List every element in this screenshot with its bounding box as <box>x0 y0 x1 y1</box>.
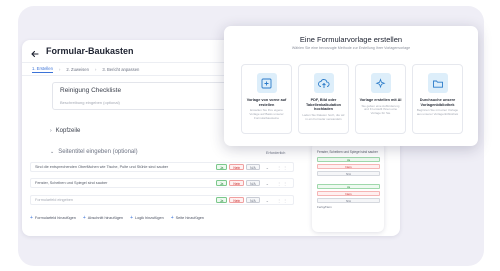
add-section-label: Abschnitt hinzufügen <box>87 216 124 220</box>
preview-bottom-label: Fertig/Nein <box>317 205 332 209</box>
option-card-upload[interactable]: PDF, Bild oder Tabellenkalkulation hochl… <box>298 64 349 134</box>
sparkle-icon <box>370 73 391 93</box>
form-title-field[interactable]: Reinigung Checkliste Beschreibung eingeb… <box>52 82 248 110</box>
header-section-label: Kopfzeile <box>55 128 81 134</box>
drag-handle-icon[interactable]: ⋮⋮ <box>277 198 289 203</box>
chevron-right-icon[interactable]: › <box>50 128 52 134</box>
option-description: Laden Sie Dateien hoch, die wir in ein F… <box>302 112 345 121</box>
plus-icon: + <box>170 215 174 221</box>
form-title-input[interactable]: Reinigung Checkliste <box>60 87 240 94</box>
modal-title: Eine Formularvorlage erstellen <box>299 35 403 44</box>
upload-icon <box>313 73 334 93</box>
question-row[interactable]: Fenster, Scheiben und Spiegel sind saube… <box>30 178 294 188</box>
modal-subtitle: Wählen Sie eine bevorzugte Methode zur E… <box>291 46 411 50</box>
preview-question: Fenster, Scheiben und Spiegel sind saube… <box>317 150 378 154</box>
option-title: Vorlage erstellen mit AI <box>359 98 402 102</box>
chevron-down-icon[interactable]: ⌄ <box>266 198 269 203</box>
template-options: Vorlage von vorne auf erstellen Erstelle… <box>241 64 463 134</box>
preview-answer-no[interactable]: Nein <box>317 164 380 169</box>
preview-answer-no[interactable]: Nein <box>317 191 380 196</box>
question-input[interactable]: Formularfeld eingeben <box>35 198 216 202</box>
chevron-down-icon[interactable]: ⌄ <box>266 181 269 186</box>
preview-answer-yes[interactable]: Ja <box>317 184 380 189</box>
required-column-header: Erforderlich <box>266 151 286 155</box>
drag-handle-icon[interactable]: ⋮⋮ <box>277 165 289 170</box>
folder-icon <box>427 73 448 93</box>
question-row[interactable]: Sind die entsprechenden Oberflächen wie … <box>30 162 294 172</box>
option-title: PDF, Bild oder Tabellenkalkulation hochl… <box>306 98 341 112</box>
answer-no-badge: Nein <box>229 164 245 170</box>
tab-assign[interactable]: 2. Zuweisen <box>66 67 89 72</box>
option-card-scratch[interactable]: Vorlage von vorne auf erstellen Erstelle… <box>241 64 292 134</box>
preview-answer-na[interactable]: N/A <box>317 171 380 176</box>
tab-report[interactable]: 3. Bericht anpassen <box>102 67 139 72</box>
preview-answer-na[interactable]: N/A <box>317 198 380 203</box>
add-field-label: Formularfeld hinzufügen <box>34 216 76 220</box>
add-page-button[interactable]: + Seite hinzufügen <box>171 215 204 221</box>
answer-no-badge: Nein <box>229 197 245 203</box>
add-section-button[interactable]: + Abschnitt hinzufügen <box>83 215 123 221</box>
add-logic-button[interactable]: + Logik hinzufügen <box>130 215 164 221</box>
answer-yes-badge: Ja <box>215 180 228 186</box>
answer-yes-badge: Ja <box>215 164 228 170</box>
tab-create[interactable]: 1. Erstellen <box>32 66 53 73</box>
plus-icon: + <box>130 215 133 221</box>
template-modal: Eine Formularvorlage erstellen Wählen Si… <box>224 26 478 146</box>
step-separator: › <box>94 66 97 72</box>
page-title-row[interactable]: ⌄ Seitentitel eingeben (optional) <box>50 147 138 157</box>
question-text[interactable]: Fenster, Scheiben und Spiegel sind saube… <box>35 181 216 185</box>
answer-na-badge: N/A <box>246 180 260 186</box>
step-separator: › <box>58 66 61 72</box>
preview-answer-yes[interactable]: Ja <box>317 157 380 162</box>
option-description: Beginnen Sie mit einer Vorlage aus unser… <box>416 108 459 116</box>
page-title-input[interactable]: Seitentitel eingeben (optional) <box>58 149 137 155</box>
header-section-row[interactable]: › Kopfzeile <box>50 126 80 136</box>
question-row[interactable]: Formularfeld eingeben Ja Nein N/A ⌄ ⋮⋮ <box>30 195 294 205</box>
answer-yes-badge: Ja <box>215 197 228 203</box>
preview-divider <box>317 178 380 182</box>
add-page-label: Seite hinzufügen <box>175 216 204 220</box>
plus-icon: + <box>82 215 86 221</box>
chevron-down-icon[interactable]: ⌄ <box>266 165 269 170</box>
add-field-button[interactable]: + Formularfeld hinzufügen <box>30 215 76 221</box>
answer-na-badge: N/A <box>246 164 260 170</box>
back-arrow-icon[interactable] <box>30 46 40 58</box>
option-description: Sie geben eine Aufforderung und KI erste… <box>361 103 400 116</box>
answer-no-badge: Nein <box>229 180 245 186</box>
option-title: Durchsuche unsere Vorlagenbibliothek <box>419 98 456 107</box>
chevron-down-icon[interactable]: ⌄ <box>50 149 54 155</box>
option-title: Vorlage von vorne auf erstellen <box>246 98 287 107</box>
mobile-preview: Fenster, Scheiben und Spiegel sind saube… <box>312 142 384 232</box>
drag-handle-icon[interactable]: ⋮⋮ <box>277 181 289 186</box>
option-description: Erstellen Sie Ihre eigene Vorlage auf Ba… <box>249 108 284 120</box>
question-text[interactable]: Sind die entsprechenden Oberflächen wie … <box>35 165 216 169</box>
option-card-library[interactable]: Durchsuche unsere Vorlagenbibliothek Beg… <box>412 64 463 134</box>
plus-icon: + <box>30 215 33 221</box>
add-actions-bar: + Formularfeld hinzufügen + Abschnitt hinz… <box>30 214 204 222</box>
answer-na-badge: N/A <box>246 197 260 203</box>
form-description-input[interactable]: Beschreibung eingeben (optional) <box>60 100 240 105</box>
screenshot-stage: Formular-Baukasten 1. Erstellen › 2. Zuw… <box>0 0 500 271</box>
add-icon <box>256 73 277 93</box>
page-title: Formular-Baukasten <box>46 46 134 56</box>
option-card-ai[interactable]: Vorlage erstellen mit AI Sie geben eine … <box>355 64 406 134</box>
add-logic-label: Logik hinzufügen <box>134 216 164 220</box>
